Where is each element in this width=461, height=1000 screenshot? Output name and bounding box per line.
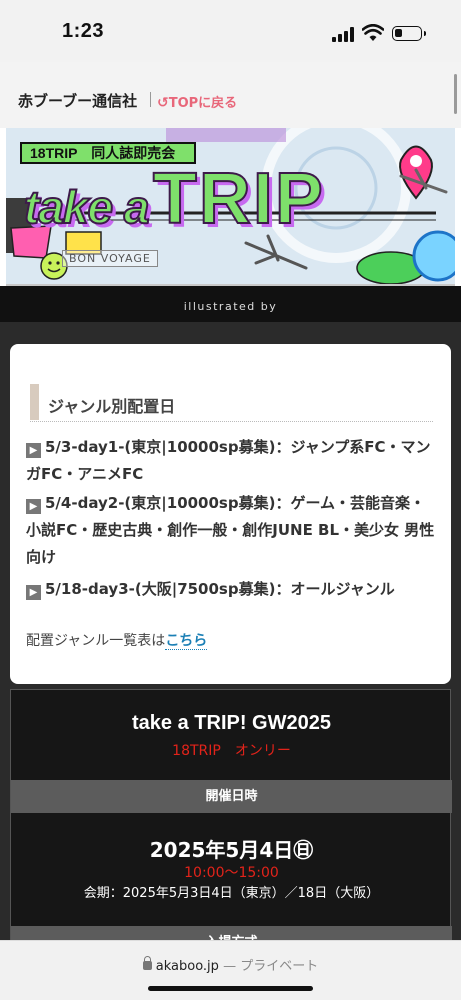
heading-accent-bar [30,384,39,420]
event-card: take a TRIP! GW2025 18TRIP オンリー 開催日時 202… [10,689,452,959]
genre-item-label: 5/18-day3-(大阪|7500sp募集)：オールジャンル [45,580,395,598]
genre-list-link[interactable]: こちら [165,633,208,650]
lock-icon [142,956,152,970]
privacy-label: — プライベート [223,959,319,974]
illustrated-by: illustrated by [183,300,278,313]
top-link[interactable]: ↺TOPに戻る [157,92,237,111]
banner-voyage-label: BON VOYAGE [62,250,158,267]
chevron-right-icon: ▶ [26,585,41,600]
chevron-right-icon: ▶ [26,443,41,458]
status-time: 1:23 [62,20,105,42]
home-indicator[interactable] [148,986,313,991]
header-divider [150,92,151,107]
genre-item-day2: ▶ 5/4-day2-(東京|10000sp募集)：ゲーム・芸能音楽・小説FC・歴… [26,490,436,571]
banner-take-text: take a [23,180,150,234]
event-time: 10:00〜15:00 [184,865,279,881]
url-domain: akaboo.jp [155,959,219,974]
event-date: 2025年5月4日㊐ [149,838,314,862]
banner-trip-text: TRIP [152,158,325,240]
cellular-signal-icon [332,27,356,42]
genre-card: ジャンル別配置日 ▶ 5/3-day1-(東京|10000sp募集)：ジャンプ系F… [10,344,451,684]
genre-note-text: 配置ジャンル一覧表は [26,633,166,649]
top-link-label: TOPに戻る [168,96,238,111]
battery-icon [392,26,426,41]
genre-heading: ジャンル別配置日 [48,397,176,416]
event-title: take a TRIP! GW2025 [132,712,331,734]
genre-section-heading: ジャンル別配置日 [30,384,433,422]
site-header: 赤ブーブー通信社 ↺TOPに戻る [0,62,461,128]
banner-logo: take a TRIP [23,158,325,240]
chevron-right-icon: ▶ [26,499,41,514]
scrollbar[interactable] [454,74,457,114]
genre-note: 配置ジャンル一覧表はこちら [26,630,208,650]
site-title[interactable]: 赤ブーブー通信社 [18,90,137,111]
return-icon: ↺ [157,95,169,111]
event-subtitle: 18TRIP オンリー [172,743,291,759]
genre-item-label: 5/3-day1-(東京|10000sp募集)：ジャンプ系FC・マンガFC・アニ… [26,438,431,483]
wifi-icon [362,24,384,41]
url-display[interactable]: akaboo.jp — プライベート [0,955,461,974]
genre-item-day1: ▶ 5/3-day1-(東京|10000sp募集)：ジャンプ系FC・マンガFC・ア… [26,434,436,488]
event-banner[interactable]: 18TRIP 同人誌即売会 take a TRIP BON VOYAGE [6,128,455,286]
event-period: 会期：2025年5月3日4日（東京）／18日（大阪） [83,886,380,901]
genre-item-label: 5/4-day2-(東京|10000sp募集)：ゲーム・芸能音楽・小説FC・歴史… [26,494,435,566]
date-heading: 開催日時 [11,780,452,813]
genre-item-day3: ▶ 5/18-day3-(大阪|7500sp募集)：オールジャンル [26,576,436,603]
status-bar: 1:23 [0,0,461,62]
browser-address-bar[interactable]: akaboo.jp — プライベート [0,940,461,1000]
